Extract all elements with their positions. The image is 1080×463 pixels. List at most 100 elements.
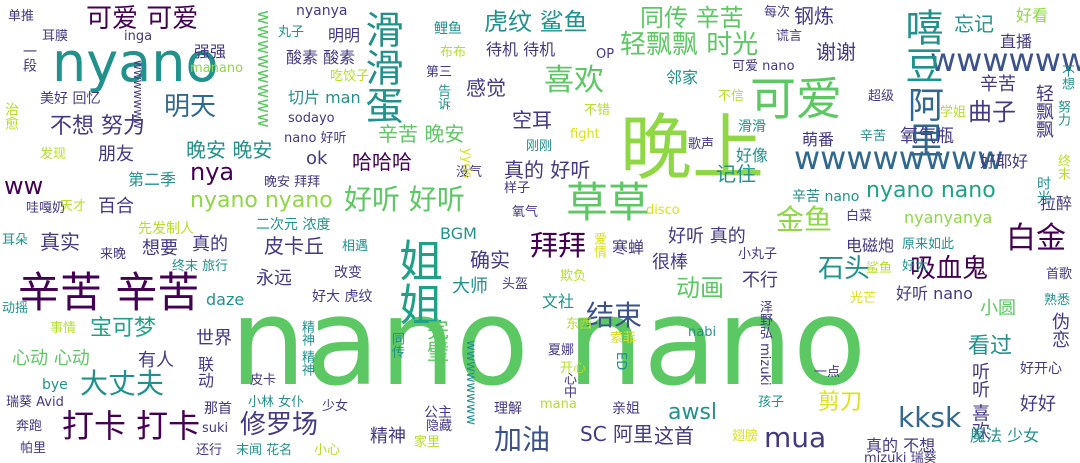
word: OP	[596, 47, 615, 62]
word: 光芒	[850, 291, 877, 306]
word: 酸素 酸素	[286, 48, 356, 67]
word: 姐姐	[391, 238, 442, 326]
word: 辛苦 nano	[792, 189, 860, 205]
word: 小丸子	[738, 247, 778, 262]
word: 心动 心动	[12, 348, 90, 369]
word: 努力	[1055, 100, 1070, 126]
word: 一点	[814, 365, 841, 380]
word: 金鱼	[776, 203, 833, 236]
word: 阿里	[902, 86, 943, 158]
word: sodayo	[288, 111, 335, 126]
word: 真的	[192, 234, 228, 255]
word: SC 阿里	[580, 422, 654, 446]
word: 还行	[196, 443, 223, 458]
word: 晚安 拜拜	[264, 175, 321, 190]
word: 世界	[196, 328, 232, 349]
word: 头盔	[502, 277, 529, 292]
word-cloud: nano nano 晚上 nyano 辛苦 辛苦 姐姐 草草 可爱 滑滑蛋 ww…	[0, 0, 1080, 463]
word: 学姐	[940, 105, 967, 120]
word: 不行	[742, 270, 778, 291]
word: 永远	[256, 268, 292, 289]
word: nano 好听	[284, 131, 347, 146]
word: 不想	[1059, 64, 1074, 90]
word: 寒蝉	[612, 238, 645, 257]
word: 发现	[40, 147, 67, 162]
word: 喜欢	[544, 63, 604, 98]
word: 可爱	[750, 72, 842, 126]
word: nyano nano	[866, 178, 996, 203]
word: yyds	[459, 148, 474, 179]
word: bye	[42, 377, 68, 393]
word: 同传 辛苦	[640, 4, 744, 32]
word: 加油	[494, 423, 551, 456]
word: 电磁炮	[846, 236, 895, 255]
word: 改变	[334, 265, 362, 281]
word: wwwwwwww	[463, 340, 478, 426]
word: 小心	[314, 443, 341, 458]
word: mana	[540, 397, 577, 412]
word: 吃饺子	[330, 69, 370, 84]
word: 有人	[138, 350, 174, 371]
word: 精神	[370, 426, 406, 447]
word: 白金	[1006, 221, 1066, 256]
word: 强强	[194, 42, 227, 61]
word: 美好 回忆	[40, 91, 101, 107]
word: 空耳	[512, 108, 552, 132]
word: 很棒	[652, 252, 688, 273]
word: 精神 精神	[299, 320, 314, 377]
word: 朋友	[98, 144, 134, 165]
word: 爱情	[591, 232, 606, 258]
word: disco	[646, 203, 680, 218]
word: awsl	[668, 400, 718, 425]
word: 剪刀	[818, 390, 863, 415]
word: nabi	[688, 325, 717, 340]
word: ww	[4, 172, 44, 200]
word: 那首	[204, 401, 232, 417]
word: BGM	[440, 224, 477, 243]
word: 哇嘎奶	[26, 201, 66, 216]
word: 辛苦 辛苦	[18, 268, 200, 317]
word: 百合	[98, 196, 134, 217]
word: 单推	[8, 9, 35, 24]
word: 好大	[902, 259, 929, 274]
word: 石头	[818, 254, 871, 284]
word: 首歌	[1046, 267, 1073, 282]
word: 好好	[1020, 394, 1056, 415]
word: 确实	[470, 248, 510, 272]
word: daze	[206, 290, 245, 309]
word: 看过	[968, 334, 1013, 359]
word: 修罗场	[240, 410, 319, 440]
word: 治愈	[3, 102, 19, 130]
word: 相遇	[342, 239, 369, 254]
word: 隐藏	[426, 419, 453, 434]
word: 文社	[542, 292, 575, 311]
word: 真的 好听	[504, 158, 591, 182]
word: nyano nyano	[190, 188, 333, 213]
word: 待机 待机	[486, 40, 556, 59]
word: 曲子	[968, 98, 1016, 126]
word: 终末	[1055, 154, 1070, 180]
word: 歌声	[688, 137, 715, 152]
word: 理解	[494, 401, 522, 417]
word: 记住	[716, 162, 756, 186]
word: 白菜	[846, 209, 873, 224]
word: 耳膜	[42, 29, 69, 44]
word: 丸子	[278, 25, 305, 40]
word: 拜拜	[530, 229, 587, 262]
word: 布布	[440, 45, 467, 60]
word: 轻飘飘 时光	[620, 30, 759, 60]
word: 小林 女仆	[248, 395, 305, 410]
word: 好耶好	[980, 152, 1029, 171]
word: 辛苦	[860, 129, 887, 144]
word: 氧气瓶	[900, 126, 954, 147]
word: 感觉	[466, 76, 506, 100]
word: 魔法 少女	[970, 426, 1040, 445]
word: 好开心	[1020, 361, 1062, 377]
word: 东西	[566, 317, 593, 332]
word: 皮卡	[250, 373, 277, 388]
word: 萌番	[802, 130, 835, 149]
word: 原来如此	[902, 237, 955, 252]
word: 好听 好听	[344, 183, 465, 216]
word: 大丈夫	[80, 367, 165, 400]
word: 钢炼	[794, 4, 834, 28]
